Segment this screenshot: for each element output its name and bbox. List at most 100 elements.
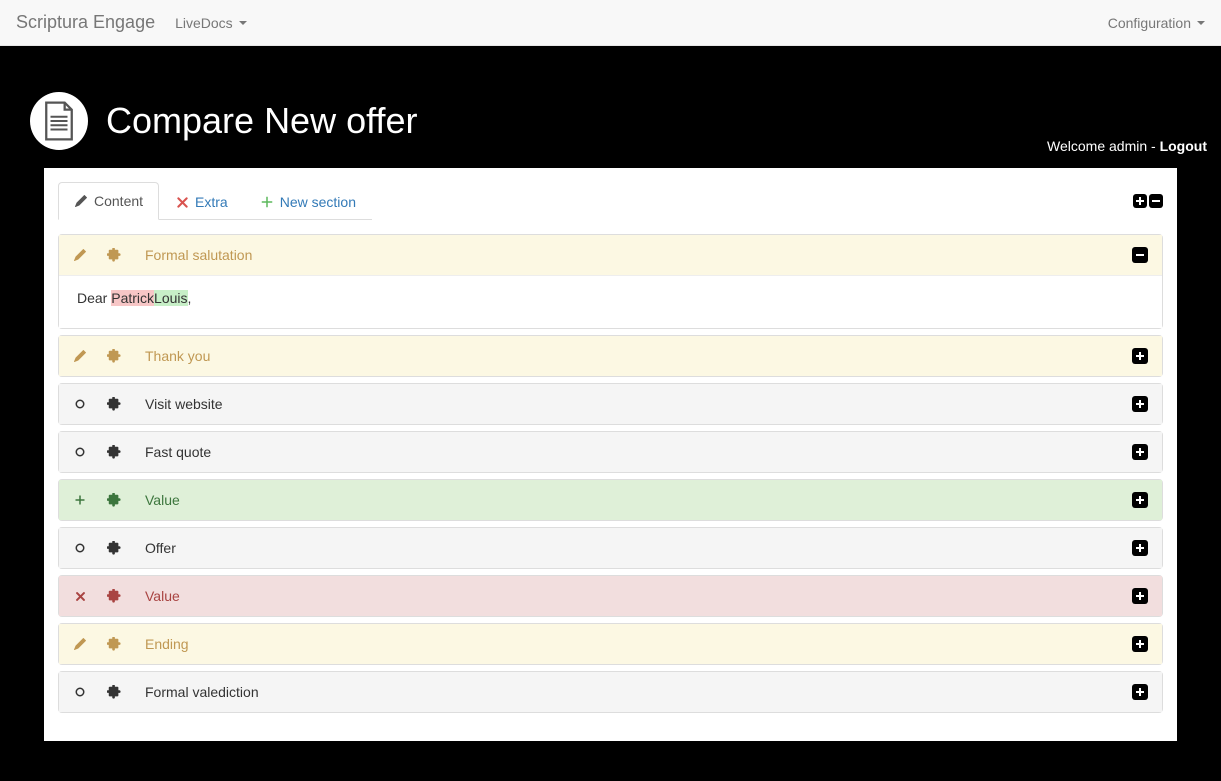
section-title: Fast quote	[145, 444, 211, 460]
expand-button[interactable]	[1132, 492, 1148, 508]
section-title: Offer	[145, 540, 176, 556]
brand[interactable]: Scriptura Engage	[16, 12, 155, 33]
section-header[interactable]: Ending	[59, 624, 1162, 664]
section-icons	[73, 637, 123, 651]
section-row: Value	[58, 479, 1163, 521]
tab-extra-label: Extra	[195, 194, 228, 210]
user-bar: Welcome admin - Logout	[1047, 138, 1207, 154]
section-icons	[73, 445, 123, 459]
page-title: Compare New offer	[106, 100, 417, 142]
outer-wrap: Content Extra New section	[0, 168, 1221, 781]
diff-removed: Patrick	[111, 290, 154, 306]
section-header-left: Ending	[73, 636, 189, 652]
pencil-icon	[73, 249, 87, 261]
section-header-left: Fast quote	[73, 444, 211, 460]
collapse-button[interactable]	[1132, 247, 1148, 263]
section-header[interactable]: Formal salutation	[59, 235, 1162, 275]
expand-button[interactable]	[1132, 444, 1148, 460]
pencil-icon	[73, 638, 87, 650]
section-header-left: Value	[73, 588, 180, 604]
section-title: Ending	[145, 636, 189, 652]
section-header-left: Offer	[73, 540, 176, 556]
collapse-all-button[interactable]	[1149, 194, 1163, 208]
tab-extra[interactable]: Extra	[159, 183, 244, 220]
puzzle-icon	[107, 637, 121, 651]
caret-down-icon	[239, 21, 247, 25]
section-header[interactable]: Fast quote	[59, 432, 1162, 472]
section-row: Visit website	[58, 383, 1163, 425]
section-header-left: Formal valediction	[73, 684, 259, 700]
section-row: Formal valediction	[58, 671, 1163, 713]
section-header[interactable]: Value	[59, 576, 1162, 616]
section-icons	[73, 248, 123, 262]
header-title-row: Compare New offer	[30, 92, 1191, 150]
puzzle-icon	[107, 349, 121, 363]
expand-button[interactable]	[1132, 348, 1148, 364]
navbar-left: Scriptura Engage LiveDocs	[16, 12, 247, 33]
section-header[interactable]: Formal valediction	[59, 672, 1162, 712]
section-row: Offer	[58, 527, 1163, 569]
configuration-dropdown[interactable]: Configuration	[1108, 15, 1205, 31]
circle-icon	[73, 398, 87, 410]
logout-link[interactable]: Logout	[1160, 138, 1207, 154]
plus-icon	[260, 196, 274, 208]
tabs: Content Extra New section	[58, 182, 372, 220]
puzzle-icon	[107, 445, 121, 459]
puzzle-icon	[107, 248, 121, 262]
livedocs-dropdown[interactable]: LiveDocs	[175, 15, 247, 31]
configuration-label: Configuration	[1108, 15, 1191, 31]
section-row: Value	[58, 575, 1163, 617]
tab-content[interactable]: Content	[58, 182, 159, 220]
puzzle-icon	[107, 493, 121, 507]
welcome-text: Welcome admin -	[1047, 138, 1160, 154]
section-icons	[73, 685, 123, 699]
section-row: Thank you	[58, 335, 1163, 377]
section-icons	[73, 493, 123, 507]
expand-button[interactable]	[1132, 396, 1148, 412]
diff-added: Louis	[154, 290, 187, 306]
section-header-left: Visit website	[73, 396, 223, 412]
tab-newsection-label: New section	[280, 194, 356, 210]
salutation-prefix: Dear	[77, 290, 111, 306]
section-title: Value	[145, 588, 180, 604]
section-icons	[73, 349, 123, 363]
global-expand-collapse	[1133, 194, 1163, 208]
cross-icon	[73, 591, 87, 602]
top-navbar: Scriptura Engage LiveDocs Configuration	[0, 0, 1221, 46]
plus-icon	[73, 494, 87, 506]
expand-button[interactable]	[1132, 588, 1148, 604]
section-header-left: Value	[73, 492, 180, 508]
section-header[interactable]: Visit website	[59, 384, 1162, 424]
section-header[interactable]: Thank you	[59, 336, 1162, 376]
section-row: Formal salutation Dear PatrickLouis,	[58, 234, 1163, 329]
expand-all-button[interactable]	[1133, 194, 1147, 208]
salutation-suffix: ,	[188, 290, 192, 306]
pencil-icon	[74, 195, 88, 207]
tabs-row: Content Extra New section	[58, 182, 1163, 220]
section-header[interactable]: Value	[59, 480, 1162, 520]
puzzle-icon	[107, 685, 121, 699]
sections-list: Formal salutation Dear PatrickLouis, Thank…	[58, 234, 1163, 713]
section-icons	[73, 397, 123, 411]
section-row: Fast quote	[58, 431, 1163, 473]
circle-icon	[73, 446, 87, 458]
section-header[interactable]: Offer	[59, 528, 1162, 568]
main-panel: Content Extra New section	[44, 168, 1177, 741]
caret-down-icon	[1197, 21, 1205, 25]
section-icons	[73, 541, 123, 555]
section-title: Formal valediction	[145, 684, 259, 700]
expand-button[interactable]	[1132, 684, 1148, 700]
section-title: Value	[145, 492, 180, 508]
livedocs-label: LiveDocs	[175, 15, 233, 31]
pencil-icon	[73, 350, 87, 362]
expand-button[interactable]	[1132, 636, 1148, 652]
tab-content-label: Content	[94, 193, 143, 209]
section-title: Thank you	[145, 348, 210, 364]
section-title: Formal salutation	[145, 247, 252, 263]
puzzle-icon	[107, 589, 121, 603]
document-icon	[30, 92, 88, 150]
expand-button[interactable]	[1132, 540, 1148, 556]
puzzle-icon	[107, 397, 121, 411]
section-row: Ending	[58, 623, 1163, 665]
tab-new-section[interactable]: New section	[244, 183, 372, 220]
